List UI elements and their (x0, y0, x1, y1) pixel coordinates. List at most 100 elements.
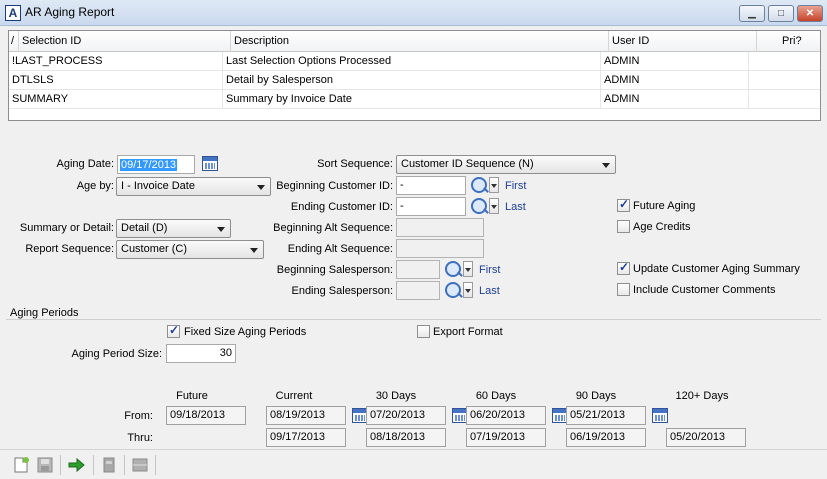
thru-current[interactable]: 09/17/2013 (266, 428, 346, 447)
cell-pri (749, 52, 820, 71)
toolbar-separator (60, 455, 61, 475)
minimize-button[interactable]: ▁ (739, 5, 765, 22)
column-header-user-id[interactable]: User ID (609, 31, 757, 52)
column-header-description[interactable]: Description (231, 31, 609, 52)
report-sequence-label: Report Sequence: (25, 243, 114, 255)
chevron-down-icon[interactable] (463, 261, 473, 277)
beg-alt-sequence-input[interactable] (396, 218, 484, 237)
app-logo-icon: A (5, 5, 21, 21)
report-sequence-value: Customer (C) (121, 243, 188, 255)
summary-detail-label: Summary or Detail: (19, 222, 114, 234)
end-customer-input[interactable]: - (396, 197, 466, 216)
period-size-input[interactable]: 30 (166, 344, 236, 363)
period-header-30: 30 Days (375, 390, 417, 402)
calendar-icon[interactable] (202, 156, 218, 171)
last-salesperson-link[interactable]: Last (479, 283, 500, 299)
thru-90[interactable]: 06/19/2013 (566, 428, 646, 447)
cell-user-id: ADMIN (601, 52, 749, 71)
toolbar-separator (93, 455, 94, 475)
green-arrow-icon[interactable] (66, 455, 86, 475)
fixed-size-periods-label: Fixed Size Aging Periods (184, 326, 307, 338)
age-credits-checkbox[interactable] (617, 220, 630, 233)
table-row[interactable]: SUMMARY Summary by Invoice Date ADMIN (9, 90, 820, 109)
period-header-current: Current (275, 390, 313, 402)
sort-sequence-label: Sort Sequence: (317, 158, 393, 170)
from-30[interactable]: 07/20/2013 (366, 406, 446, 425)
first-customer-link[interactable]: First (505, 178, 526, 194)
report-sequence-select[interactable]: Customer (C) (116, 240, 264, 259)
chevron-down-icon[interactable] (489, 198, 499, 214)
window-title: AR Aging Report (25, 5, 115, 19)
age-by-label: Age by: (76, 180, 114, 192)
update-aging-summary-checkbox[interactable] (617, 260, 630, 275)
beg-customer-input[interactable]: - (396, 176, 466, 195)
column-header-selection-id[interactable]: Selection ID (19, 31, 231, 52)
period-header-120: 120+ Days (675, 390, 729, 402)
table-row[interactable]: !LAST_PROCESS Last Selection Options Pro… (9, 52, 820, 71)
sort-indicator: / (9, 31, 19, 52)
export-format-label: Export Format (433, 326, 503, 338)
beg-customer-label: Beginning Customer ID: (276, 180, 393, 192)
chevron-down-icon[interactable] (463, 282, 473, 298)
include-comments-label: Include Customer Comments (633, 284, 776, 296)
from-90[interactable]: 05/21/2013 (566, 406, 646, 425)
end-alt-sequence-input[interactable] (396, 239, 484, 258)
search-icon[interactable] (445, 261, 461, 277)
selection-grid[interactable]: / Selection ID Description User ID Pri? … (8, 30, 821, 121)
from-future[interactable]: 09/18/2013 (166, 406, 246, 425)
new-document-icon[interactable] (11, 455, 31, 475)
toolbar-divider (0, 449, 827, 450)
thru-120[interactable]: 05/20/2013 (666, 428, 746, 447)
chevron-down-icon[interactable] (489, 177, 499, 193)
cell-description: Summary by Invoice Date (223, 90, 601, 109)
future-aging-label: Future Aging (633, 200, 696, 212)
thru-60[interactable]: 07/19/2013 (466, 428, 546, 447)
calendar-icon[interactable] (652, 408, 668, 423)
sort-sequence-select[interactable]: Customer ID Sequence (N) (396, 155, 616, 174)
summary-detail-select[interactable]: Detail (D) (116, 219, 231, 238)
include-comments-checkbox[interactable] (617, 283, 630, 296)
beg-salesperson-input[interactable] (396, 260, 440, 279)
future-aging-checkbox[interactable] (617, 197, 630, 212)
thru-30[interactable]: 08/18/2013 (366, 428, 446, 447)
aging-date-input[interactable]: 09/17/2013 (117, 155, 195, 174)
end-customer-label: Ending Customer ID: (290, 201, 393, 213)
end-salesperson-input[interactable] (396, 281, 440, 300)
summary-detail-value: Detail (D) (121, 222, 168, 234)
end-alt-sequence-label: Ending Alt Sequence: (287, 243, 393, 255)
from-current[interactable]: 08/19/2013 (266, 406, 346, 425)
aging-date-label: Aging Date: (56, 158, 114, 170)
fixed-size-periods-checkbox[interactable] (167, 323, 180, 338)
thru-label: Thru: (127, 432, 153, 444)
cell-user-id: ADMIN (601, 71, 749, 90)
section-divider (6, 319, 821, 320)
beg-salesperson-label: Beginning Salesperson: (276, 264, 393, 276)
table-row[interactable]: DTLSLS Detail by Salesperson ADMIN (9, 71, 820, 90)
close-button[interactable]: ✕ (797, 5, 823, 22)
search-icon[interactable] (445, 282, 461, 298)
save-icon[interactable] (35, 455, 55, 475)
period-header-future: Future (176, 390, 208, 402)
from-60[interactable]: 06/20/2013 (466, 406, 546, 425)
from-label: From: (124, 410, 153, 422)
search-icon[interactable] (471, 177, 487, 193)
last-customer-link[interactable]: Last (505, 199, 526, 215)
aging-periods-heading: Aging Periods (10, 307, 79, 319)
age-credits-label: Age Credits (633, 221, 691, 233)
period-header-90: 90 Days (575, 390, 617, 402)
grid-icon[interactable] (130, 455, 150, 475)
chevron-down-icon (217, 227, 225, 232)
print-icon[interactable] (99, 455, 119, 475)
age-by-value: I - Invoice Date (121, 180, 195, 192)
first-salesperson-link[interactable]: First (479, 262, 500, 278)
sort-sequence-value: Customer ID Sequence (N) (401, 158, 534, 170)
column-header-pri[interactable]: Pri? (757, 31, 820, 52)
maximize-button[interactable]: □ (768, 5, 794, 22)
age-by-select[interactable]: I - Invoice Date (116, 177, 271, 196)
toolbar-separator (124, 455, 125, 475)
cell-selection-id: DTLSLS (9, 71, 223, 90)
period-size-label: Aging Period Size: (71, 348, 163, 360)
update-aging-summary-label: Update Customer Aging Summary (633, 263, 800, 275)
search-icon[interactable] (471, 198, 487, 214)
export-format-checkbox[interactable] (417, 325, 430, 338)
